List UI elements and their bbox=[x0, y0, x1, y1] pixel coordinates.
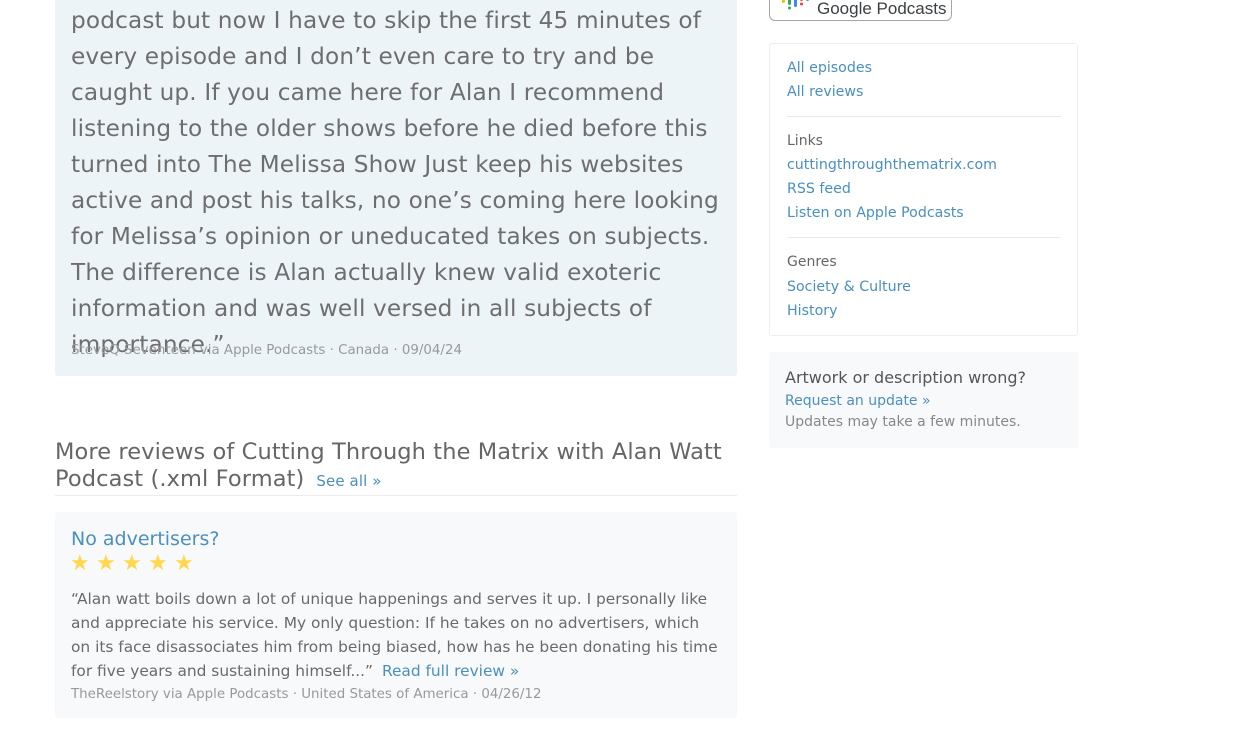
more-reviews-heading-text: More reviews of Cutting Through the Matr… bbox=[55, 439, 722, 492]
featured-review: podcast but now I have to skip the first… bbox=[55, 0, 737, 376]
divider bbox=[55, 495, 737, 496]
divider bbox=[787, 237, 1061, 238]
featured-review-meta: SteveQ Seventeen via Apple Podcasts · Ca… bbox=[71, 343, 462, 358]
review-card: No advertisers? ★ ★ ★ ★ ★ “Alan watt boils d… bbox=[55, 512, 737, 718]
rss-feed-link[interactable]: RSS feed bbox=[787, 181, 851, 197]
star-icon: ★ bbox=[122, 551, 142, 576]
update-note: Updates may take a few minutes. bbox=[785, 414, 1021, 430]
website-link[interactable]: cuttingthroughthematrix.com bbox=[787, 157, 997, 173]
google-podcasts-badge[interactable]: Google Podcasts bbox=[769, 0, 952, 21]
all-episodes-link[interactable]: All episodes bbox=[787, 60, 872, 76]
read-full-review-link[interactable]: Read full review » bbox=[382, 662, 519, 680]
review-title-link[interactable]: No advertisers? bbox=[71, 528, 219, 550]
update-request-box: Artwork or description wrong? Request an… bbox=[769, 352, 1078, 448]
genre-society-culture-link[interactable]: Society & Culture bbox=[787, 279, 911, 295]
review-excerpt: “Alan watt boils down a lot of unique ha… bbox=[71, 587, 721, 683]
links-label: Links bbox=[787, 133, 823, 149]
google-podcasts-icon bbox=[782, 0, 809, 10]
featured-review-text: podcast but now I have to skip the first… bbox=[71, 7, 719, 358]
star-icon: ★ bbox=[96, 551, 116, 576]
star-icon: ★ bbox=[174, 551, 194, 576]
see-all-reviews-link[interactable]: See all » bbox=[316, 472, 381, 490]
sidebar-links-box: All episodes All reviews Links cuttingth… bbox=[769, 43, 1078, 336]
more-reviews-heading: More reviews of Cutting Through the Matr… bbox=[55, 439, 737, 495]
genre-history-link[interactable]: History bbox=[787, 303, 837, 319]
google-podcasts-label: Google Podcasts bbox=[817, 0, 947, 18]
all-reviews-link[interactable]: All reviews bbox=[787, 84, 863, 100]
review-meta: TheReelstory via Apple Podcasts · United… bbox=[71, 687, 542, 702]
apple-podcasts-link[interactable]: Listen on Apple Podcasts bbox=[787, 205, 964, 221]
star-icon: ★ bbox=[70, 551, 90, 576]
genres-label: Genres bbox=[787, 254, 837, 270]
divider bbox=[787, 116, 1061, 117]
update-request-title: Artwork or description wrong? bbox=[785, 368, 1026, 387]
star-rating: ★ ★ ★ ★ ★ bbox=[70, 553, 200, 575]
star-icon: ★ bbox=[148, 551, 168, 576]
request-update-link[interactable]: Request an update » bbox=[785, 393, 931, 409]
